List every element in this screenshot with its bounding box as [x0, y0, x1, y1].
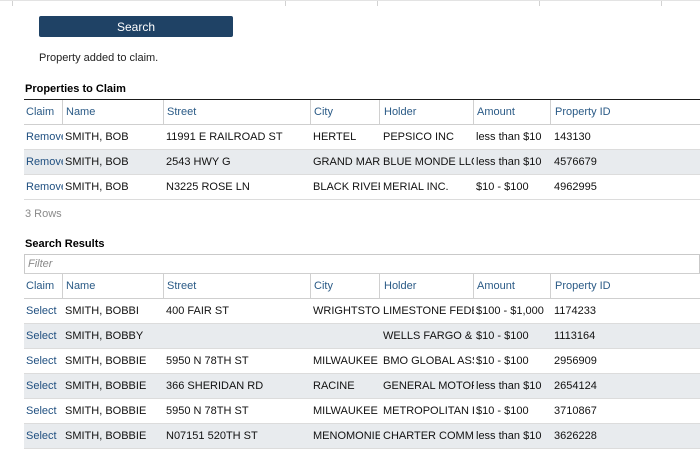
cell-street: N3225 ROSE LN	[166, 181, 250, 193]
col-header-claim[interactable]: Claim	[25, 274, 63, 298]
select-link[interactable]: Select	[25, 374, 63, 398]
cell-city: HERTEL	[313, 131, 357, 143]
claim-table-title: Properties to Claim	[25, 83, 126, 95]
cell-property-id: 2654124	[554, 380, 597, 392]
status-message: Property added to claim.	[39, 52, 159, 64]
cell-property-id: 3626228	[554, 430, 597, 442]
cell-property-id: 1113164	[554, 330, 596, 342]
results-table-row: Select SMITH, BOBBI 400 FAIR ST WRIGHTST…	[24, 299, 700, 324]
results-table-row: Select SMITH, BOBBIE 5950 N 78TH ST MILW…	[24, 349, 700, 374]
col-header-property-id[interactable]: Property ID	[553, 100, 700, 124]
cell-street: 5950 N 78TH ST	[166, 405, 249, 417]
cell-name: SMITH, BOBBIE	[65, 380, 147, 392]
cell-property-id: 2956909	[554, 355, 597, 367]
cell-name: SMITH, BOBBIE	[65, 430, 147, 442]
col-header-property-id[interactable]: Property ID	[553, 274, 700, 298]
cell-name: SMITH, BOBBY	[65, 330, 144, 342]
results-table-row: Select SMITH, BOBBY WELLS FARGO & CO $10…	[24, 324, 700, 349]
claim-table: Claim Name Street City Holder Amount Pro…	[24, 99, 700, 200]
cell-city: MILWAUKEE	[313, 405, 378, 417]
col-header-city[interactable]: City	[312, 274, 380, 298]
cell-street: 400 FAIR ST	[166, 305, 229, 317]
row-count: 3 Rows	[25, 208, 62, 220]
cell-street	[165, 324, 311, 348]
select-link[interactable]: Select	[25, 399, 63, 423]
col-header-amount[interactable]: Amount	[475, 274, 551, 298]
top-divider	[0, 0, 700, 7]
col-header-claim[interactable]: Claim	[25, 100, 63, 124]
remove-link[interactable]: Remove	[25, 125, 63, 149]
cell-holder: GENERAL MOTORS	[383, 380, 474, 392]
col-header-city[interactable]: City	[312, 100, 380, 124]
results-table-row: Select SMITH, BOBBIE 366 SHERIDAN RD RAC…	[24, 374, 700, 399]
cell-city: GRAND MARSH	[313, 156, 380, 168]
results-table-row: Select SMITH, BOBBIE 5950 N 78TH ST MILW…	[24, 399, 700, 424]
col-header-holder[interactable]: Holder	[382, 274, 474, 298]
cell-holder: CHARTER COMMUNICATIONS	[383, 430, 474, 442]
cell-name: SMITH, BOBBI	[65, 305, 139, 317]
claim-table-row: Remove SMITH, BOB 2543 HWY G GRAND MARSH…	[24, 150, 700, 175]
cell-city: WRIGHTSTOWN	[313, 305, 380, 317]
search-button[interactable]: Search	[39, 16, 233, 37]
cell-holder: WELLS FARGO & CO	[383, 330, 474, 342]
results-table-header: Claim Name Street City Holder Amount Pro…	[24, 273, 700, 299]
cell-amount: less than $10	[476, 131, 542, 143]
cell-amount: less than $10	[476, 156, 542, 168]
cell-holder: METROPOLITAN LIFE	[383, 405, 474, 417]
cell-holder: MERIAL INC.	[383, 181, 449, 193]
cell-amount: $10 - $100	[476, 330, 529, 342]
cell-holder: PEPSICO INC	[383, 131, 454, 143]
cell-property-id: 4576679	[554, 156, 597, 168]
results-table: Claim Name Street City Holder Amount Pro…	[24, 273, 700, 449]
claim-table-row: Remove SMITH, BOB N3225 ROSE LN BLACK RI…	[24, 175, 700, 200]
cell-name: SMITH, BOBBIE	[65, 355, 147, 367]
results-table-title: Search Results	[25, 238, 105, 250]
cell-amount: $10 - $100	[476, 355, 529, 367]
cell-property-id: 1174233	[554, 305, 597, 317]
remove-link[interactable]: Remove	[25, 175, 63, 199]
cell-amount: $100 - $1,000	[476, 305, 544, 317]
results-table-row: Select SMITH, BOBBIE N07151 520TH ST MEN…	[24, 424, 700, 449]
cell-property-id: 4962995	[554, 181, 597, 193]
cell-city: MILWAUKEE	[313, 355, 378, 367]
col-header-street[interactable]: Street	[165, 100, 311, 124]
cell-street: 366 SHERIDAN RD	[166, 380, 264, 392]
cell-holder: BLUE MONDE LLC	[383, 156, 474, 168]
cell-city	[312, 324, 380, 348]
cell-name: SMITH, BOB	[65, 181, 129, 193]
col-header-name[interactable]: Name	[64, 100, 164, 124]
cell-holder: LIMESTONE FEDERAL	[383, 305, 474, 317]
col-header-amount[interactable]: Amount	[475, 100, 551, 124]
claim-table-row: Remove SMITH, BOB 11991 E RAILROAD ST HE…	[24, 125, 700, 150]
cell-property-id: 143130	[554, 131, 591, 143]
cell-city: BLACK RIVER FALLS	[313, 181, 380, 193]
cell-street: N07151 520TH ST	[166, 430, 258, 442]
cell-street: 2543 HWY G	[166, 156, 231, 168]
remove-link[interactable]: Remove	[25, 150, 63, 174]
cell-city: RACINE	[313, 380, 355, 392]
cell-city: MENOMONIE	[313, 430, 380, 442]
filter-input[interactable]	[24, 254, 700, 273]
col-header-street[interactable]: Street	[165, 274, 311, 298]
select-link[interactable]: Select	[25, 299, 63, 323]
cell-amount: less than $10	[476, 380, 542, 392]
select-link[interactable]: Select	[25, 424, 63, 448]
col-header-holder[interactable]: Holder	[382, 100, 474, 124]
col-header-name[interactable]: Name	[64, 274, 164, 298]
cell-holder: BMO GLOBAL ASSET	[383, 355, 474, 367]
cell-amount: less than $10	[476, 430, 542, 442]
claim-table-header: Claim Name Street City Holder Amount Pro…	[24, 99, 700, 125]
select-link[interactable]: Select	[25, 324, 63, 348]
cell-amount: $10 - $100	[476, 181, 529, 193]
cell-name: SMITH, BOBBIE	[65, 405, 147, 417]
cell-name: SMITH, BOB	[65, 156, 129, 168]
select-link[interactable]: Select	[25, 349, 63, 373]
cell-name: SMITH, BOB	[65, 131, 129, 143]
cell-street: 5950 N 78TH ST	[166, 355, 249, 367]
cell-street: 11991 E RAILROAD ST	[166, 131, 283, 143]
cell-amount: $10 - $100	[476, 405, 529, 417]
cell-property-id: 3710867	[554, 405, 597, 417]
